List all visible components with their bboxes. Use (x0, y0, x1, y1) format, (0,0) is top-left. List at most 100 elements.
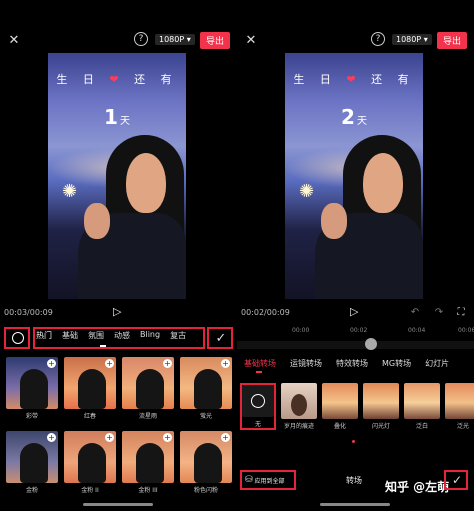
no-effect-icon (251, 394, 265, 408)
video-preview: ✺ 生 日 ❤ 还 有 1天 (48, 53, 186, 299)
download-icon: + (105, 433, 114, 442)
transition-label: 无 (254, 421, 261, 428)
filter-label: 金粉 II (81, 487, 99, 494)
panel-title: 转场 (346, 476, 362, 485)
filter-label: 金粉 (25, 487, 38, 494)
home-indicator (320, 503, 390, 506)
download-icon: + (163, 433, 172, 442)
filter-item[interactable]: + 粉色闪粉 (180, 431, 232, 494)
transition-category-tabs: 基础转场 运镜转场 特效转场 MG转场 幻灯片 (244, 358, 449, 369)
export-button[interactable]: 导出 (437, 32, 468, 49)
resolution-label: 1080P (159, 35, 185, 44)
home-indicator (83, 503, 153, 506)
transition-none[interactable]: 无 (240, 383, 276, 430)
filter-label: 红春 (83, 413, 96, 420)
close-icon[interactable]: ✕ (6, 32, 22, 48)
layers-icon: ⛁ (245, 475, 253, 485)
tab-camera-transition[interactable]: 运镜转场 (290, 358, 322, 369)
download-icon: + (221, 433, 230, 442)
filter-item[interactable]: + 金粉 III (122, 431, 174, 494)
watermark: 知乎 @左萌 (385, 480, 450, 494)
video-day-count: 1天 (104, 105, 130, 129)
transition-label: 岁月的痕迹 (283, 423, 314, 430)
play-icon[interactable]: ▷ (113, 305, 121, 318)
filter-label: 粉色闪粉 (193, 487, 218, 494)
close-icon[interactable]: ✕ (243, 32, 259, 48)
tab-mg-transition[interactable]: MG转场 (382, 358, 411, 369)
tab-slideshow[interactable]: 幻灯片 (425, 358, 449, 369)
transition-item[interactable]: 闪光灯 (363, 383, 399, 430)
transition-label: 泛光 (456, 423, 469, 430)
help-icon[interactable]: ? (371, 32, 385, 46)
filter-label: 流星雨 (138, 413, 157, 420)
fullscreen-icon[interactable]: ⛶ (455, 306, 467, 318)
tab-atmosphere[interactable]: 氛围 (88, 330, 104, 341)
confirm-button[interactable]: ✓ (444, 470, 468, 490)
download-icon: + (221, 359, 230, 368)
tab-dynamic[interactable]: 动感 (114, 330, 130, 341)
timeline-scrub[interactable] (237, 341, 474, 349)
playback-time: 00:02/00:09 (241, 308, 290, 317)
page-dot (352, 440, 355, 443)
transition-item[interactable]: 岁月的痕迹 (281, 383, 317, 430)
filter-item[interactable]: + 萤光 (180, 357, 232, 420)
apply-all-label: 应用到全部 (254, 477, 285, 485)
export-button[interactable]: 导出 (200, 32, 231, 49)
filter-item[interactable]: + 流星雨 (122, 357, 174, 420)
filter-item[interactable]: + 金粉 (6, 431, 58, 494)
heart-icon: ❤ (109, 73, 125, 86)
transition-list: 无 岁月的痕迹 叠化 闪光灯 泛白 泛光 (240, 383, 474, 430)
tab-hot[interactable]: 热门 (36, 330, 52, 341)
scrub-mark: 00:06 (458, 327, 474, 334)
playback-time: 00:03/00:09 (4, 308, 53, 317)
no-effect-icon (12, 332, 24, 344)
video-title: 生 日 ❤ 还 有 (56, 73, 178, 86)
heart-icon: ❤ (346, 73, 362, 86)
apply-all-button[interactable]: ⛁ 应用到全部 (240, 470, 296, 490)
video-preview: ✺ 生 日 ❤ 还 有 2天 (285, 53, 423, 299)
filter-item[interactable]: + 彩带 (6, 357, 58, 420)
transition-label: 闪光灯 (371, 423, 390, 430)
filter-item[interactable]: + 红春 (64, 357, 116, 420)
filter-grid: + 彩带 + 红春 + 流星雨 + 萤光 + 金粉 + 金粉 II + 金粉 I… (6, 357, 232, 494)
resolution-select[interactable]: 1080P ▾ (155, 34, 195, 45)
transition-item[interactable]: 泛白 (404, 383, 440, 430)
transition-label: 叠化 (333, 423, 346, 430)
tab-indicator (256, 371, 262, 373)
undo-icon[interactable]: ↶ (409, 306, 421, 318)
filter-label: 金粉 III (138, 487, 158, 494)
playhead-thumb[interactable] (365, 338, 377, 350)
tab-bling[interactable]: Bling (140, 330, 160, 341)
download-icon: + (105, 359, 114, 368)
filter-label: 彩带 (25, 413, 38, 420)
sparkler-icon: ✺ (299, 181, 315, 202)
confirm-button[interactable]: ✓ (207, 327, 233, 349)
help-icon[interactable]: ? (134, 32, 148, 46)
resolution-label: 1080P (396, 35, 422, 44)
download-icon: + (47, 359, 56, 368)
tab-indicator (100, 345, 106, 347)
transition-label: 泛白 (415, 423, 428, 430)
transition-item[interactable]: 泛光 (445, 383, 474, 430)
check-icon: ✓ (451, 473, 463, 487)
check-icon: ✓ (215, 330, 227, 346)
tab-basic[interactable]: 基础 (62, 330, 78, 341)
filter-category-tabs: 热门 基础 氛围 动感 Bling 复古 (36, 330, 186, 341)
tab-basic-transition[interactable]: 基础转场 (244, 358, 276, 369)
redo-icon[interactable]: ↷ (433, 306, 445, 318)
video-day-count: 2天 (341, 105, 367, 129)
download-icon: + (47, 433, 56, 442)
tab-retro[interactable]: 复古 (170, 330, 186, 341)
filter-label: 萤光 (199, 413, 212, 420)
filter-panel: ✕ ? 1080P ▾ 导出 ✺ 生 日 ❤ 还 有 1天 00:03/00:0… (0, 0, 237, 511)
video-title: 生 日 ❤ 还 有 (293, 73, 415, 86)
transition-panel: ✕ ? 1080P ▾ 导出 ✺ 生 日 ❤ 还 有 2天 00:02/00:0… (237, 0, 474, 511)
tab-effect-transition[interactable]: 特效转场 (336, 358, 368, 369)
transition-item[interactable]: 叠化 (322, 383, 358, 430)
sparkler-icon: ✺ (62, 181, 78, 202)
resolution-select[interactable]: 1080P ▾ (392, 34, 432, 45)
none-filter-button[interactable] (4, 327, 30, 349)
filter-item[interactable]: + 金粉 II (64, 431, 116, 494)
download-icon: + (163, 359, 172, 368)
play-icon[interactable]: ▷ (350, 305, 358, 318)
